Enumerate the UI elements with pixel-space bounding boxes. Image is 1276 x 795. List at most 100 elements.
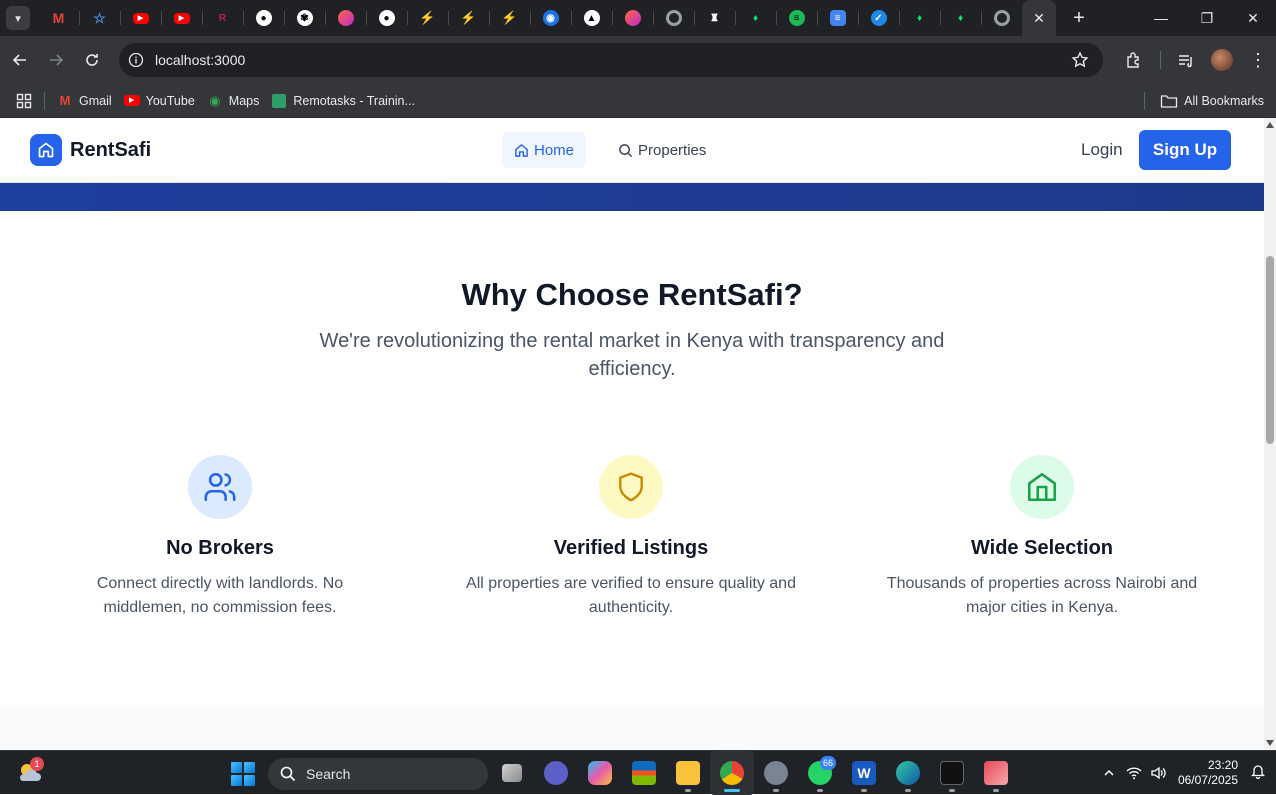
tab-remotasks[interactable]: R: [202, 0, 243, 36]
all-bookmarks-button[interactable]: All Bookmarks: [1144, 88, 1264, 114]
notifications-button[interactable]: [1250, 763, 1270, 784]
gmail-icon: M: [52, 10, 65, 26]
teams-meet-app[interactable]: [534, 751, 578, 795]
wifi-status[interactable]: [1122, 766, 1146, 780]
tab-leaf-2[interactable]: ♦: [899, 0, 940, 36]
remotasks-icon: R: [218, 12, 227, 24]
bookmark-youtube[interactable]: ▶ YouTube: [118, 88, 201, 114]
feature-title: Verified Listings: [553, 537, 709, 559]
tab-openai[interactable]: ✾: [284, 0, 325, 36]
system-tray: 23:20 06/07/2025: [1096, 751, 1276, 795]
browser-menu-button[interactable]: ⋮: [1240, 42, 1276, 78]
scissors-icon: [984, 761, 1008, 785]
tab-docs[interactable]: ≡: [817, 0, 858, 36]
nav-properties[interactable]: Properties: [606, 132, 718, 168]
bookmark-maps[interactable]: ◉ Maps: [201, 88, 266, 114]
tab-github-1[interactable]: ●: [243, 0, 284, 36]
terminal-app[interactable]: [930, 751, 974, 795]
tab-chrome-2[interactable]: [981, 0, 1022, 36]
bookmark-gmail[interactable]: M Gmail: [51, 88, 118, 114]
reload-button[interactable]: [74, 42, 110, 78]
signup-button[interactable]: Sign Up: [1139, 130, 1231, 170]
tab-claude-1[interactable]: [325, 0, 366, 36]
tab-bolt-2[interactable]: ⚡: [448, 0, 489, 36]
extensions-button[interactable]: [1116, 42, 1152, 78]
tab-youtube-1[interactable]: ▶: [120, 0, 161, 36]
taskbar-search[interactable]: Search: [268, 758, 488, 790]
clock-date: 06/07/2025: [1177, 773, 1238, 787]
forward-button[interactable]: [38, 42, 74, 78]
restore-button[interactable]: ❐: [1184, 0, 1230, 36]
apps-button[interactable]: [10, 88, 38, 114]
whatsapp-badge: 66: [820, 756, 837, 770]
tab-tasks[interactable]: ☆: [79, 0, 120, 36]
weather-badge: 1: [30, 757, 44, 771]
weather-widget[interactable]: 1: [16, 757, 44, 787]
minimize-button[interactable]: —: [1138, 0, 1184, 36]
spotify-icon: ≡: [788, 10, 805, 26]
tab-claude-2[interactable]: [612, 0, 653, 36]
bookmark-star-icon[interactable]: [1071, 51, 1089, 69]
store-icon: [632, 761, 656, 785]
shield-icon: [599, 455, 663, 519]
login-button[interactable]: Login: [1069, 130, 1135, 170]
back-button[interactable]: [2, 42, 38, 78]
toolbar-actions: ⋮: [1116, 36, 1276, 84]
leaf-icon: ♦: [752, 12, 759, 24]
nav-properties-label: Properties: [638, 141, 707, 159]
profile-avatar[interactable]: [1211, 49, 1233, 71]
tab-github-2[interactable]: ●: [366, 0, 407, 36]
copilot-icon: [588, 761, 612, 785]
tab-bolt-1[interactable]: ⚡: [407, 0, 448, 36]
edge-app[interactable]: [886, 751, 930, 795]
word-app[interactable]: W: [842, 751, 886, 795]
media-control-button[interactable]: [1168, 42, 1204, 78]
tab-leaf-3[interactable]: ♦: [940, 0, 981, 36]
new-tab-button[interactable]: +: [1064, 3, 1094, 33]
tab-chrome-1[interactable]: [653, 0, 694, 36]
volume-status[interactable]: [1146, 766, 1170, 780]
brand-link[interactable]: RentSafi: [30, 134, 151, 166]
file-explorer-app[interactable]: [666, 751, 710, 795]
clock-time: 23:20: [1207, 758, 1238, 772]
tab-leaf-1[interactable]: ♦: [735, 0, 776, 36]
tab-youtube-2[interactable]: ▶: [161, 0, 202, 36]
feature-title: No Brokers: [166, 537, 274, 559]
tab-search-dropdown[interactable]: ▾: [6, 6, 30, 30]
store-app[interactable]: [622, 751, 666, 795]
tab-robot[interactable]: ♜: [694, 0, 735, 36]
tab-active-localhost[interactable]: ✕: [1022, 0, 1056, 36]
site-info-icon[interactable]: [119, 43, 153, 77]
scroll-down-arrow[interactable]: [1266, 740, 1274, 746]
house-logo-icon: [30, 134, 62, 166]
bookmark-label: Remotasks - Trainin...: [293, 93, 415, 108]
scroll-up-arrow[interactable]: [1266, 122, 1274, 128]
task-view-button[interactable]: [490, 751, 534, 795]
copilot-app[interactable]: [578, 751, 622, 795]
whatsapp-app[interactable]: 66: [798, 751, 842, 795]
show-hidden-icons[interactable]: [1096, 767, 1122, 779]
feature-card-wide-selection: Wide Selection Thousands of properties a…: [877, 455, 1207, 620]
chrome-app[interactable]: [710, 751, 754, 795]
tab-gmail[interactable]: M: [38, 0, 79, 36]
clock[interactable]: 23:20 06/07/2025: [1178, 758, 1238, 788]
bell-icon: [1250, 764, 1266, 779]
chrome-icon: [993, 10, 1010, 26]
leaf-icon: ♦: [957, 12, 964, 24]
close-tab-icon[interactable]: ✕: [1031, 10, 1047, 26]
close-window-button[interactable]: ✕: [1230, 0, 1276, 36]
url-text: localhost:3000: [155, 52, 246, 68]
snipping-tool-app[interactable]: [974, 751, 1018, 795]
bookmark-remotasks[interactable]: Remotasks - Trainin...: [265, 88, 421, 114]
nav-home[interactable]: Home: [502, 132, 587, 168]
tab-tick[interactable]: ✓: [858, 0, 899, 36]
start-button[interactable]: [231, 762, 255, 786]
tab-globe[interactable]: ◉: [530, 0, 571, 36]
address-bar[interactable]: localhost:3000: [119, 43, 1103, 77]
scrollbar-thumb[interactable]: [1266, 256, 1274, 444]
tab-spotify[interactable]: ≡: [776, 0, 817, 36]
settings-app[interactable]: [754, 751, 798, 795]
tab-bolt-3[interactable]: ⚡: [489, 0, 530, 36]
page-scrollbar[interactable]: [1264, 118, 1276, 750]
tab-vercel[interactable]: ▲: [571, 0, 612, 36]
